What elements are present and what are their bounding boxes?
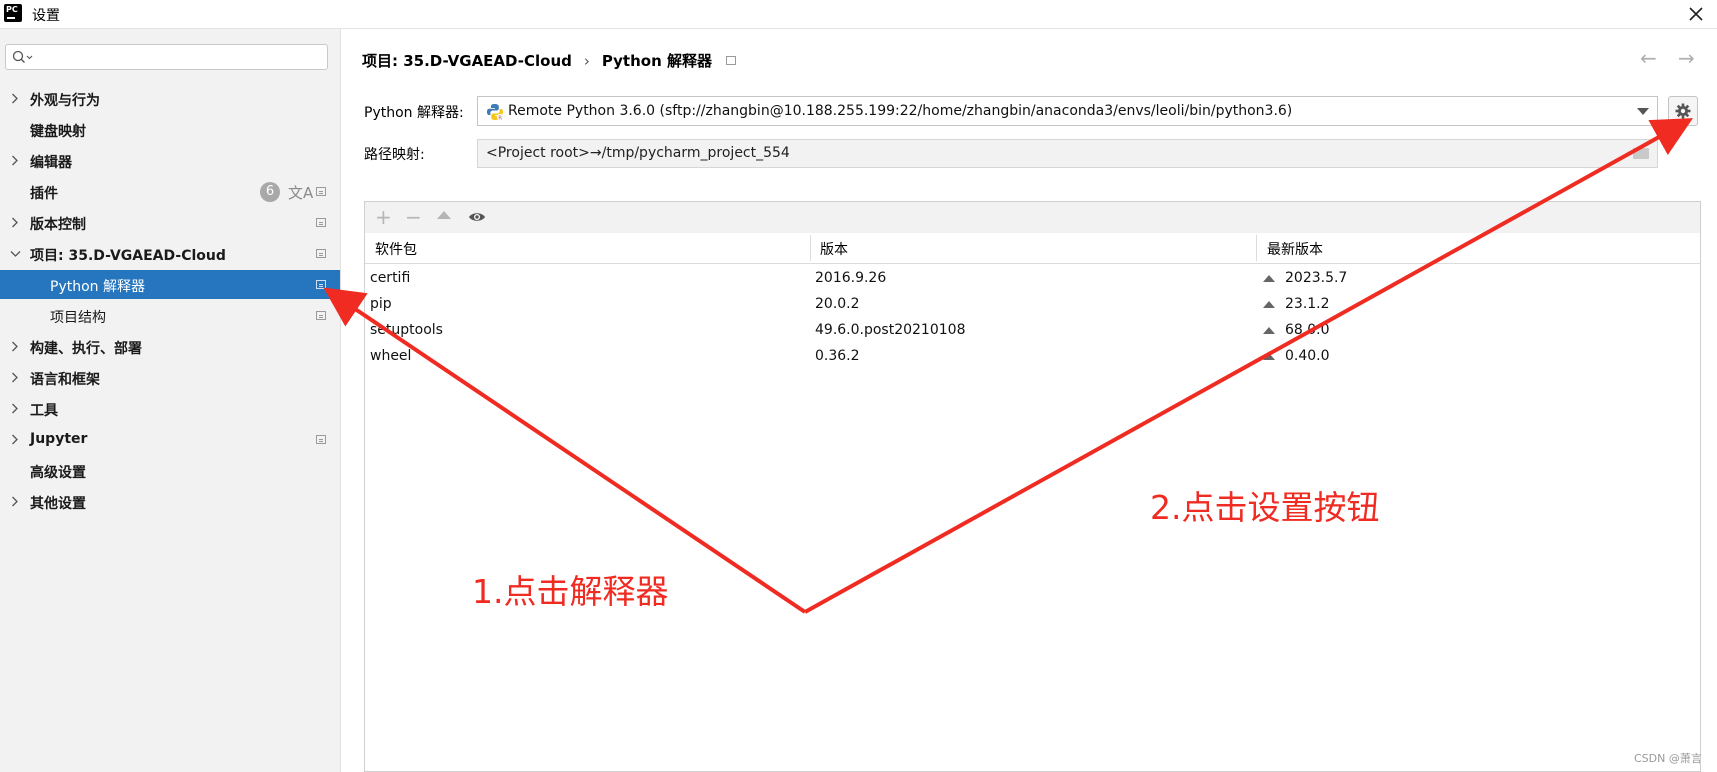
annotation-overlay	[323, 118, 1693, 614]
annotation-arrow-to-interpreter	[323, 287, 807, 614]
annotation-step-1: 1.点击解释器	[472, 572, 669, 611]
annotation-step-2: 2.点击设置按钮	[1150, 488, 1380, 527]
watermark: CSDN @萧言	[1634, 752, 1702, 765]
annotation-arrow-to-gear	[804, 118, 1693, 614]
